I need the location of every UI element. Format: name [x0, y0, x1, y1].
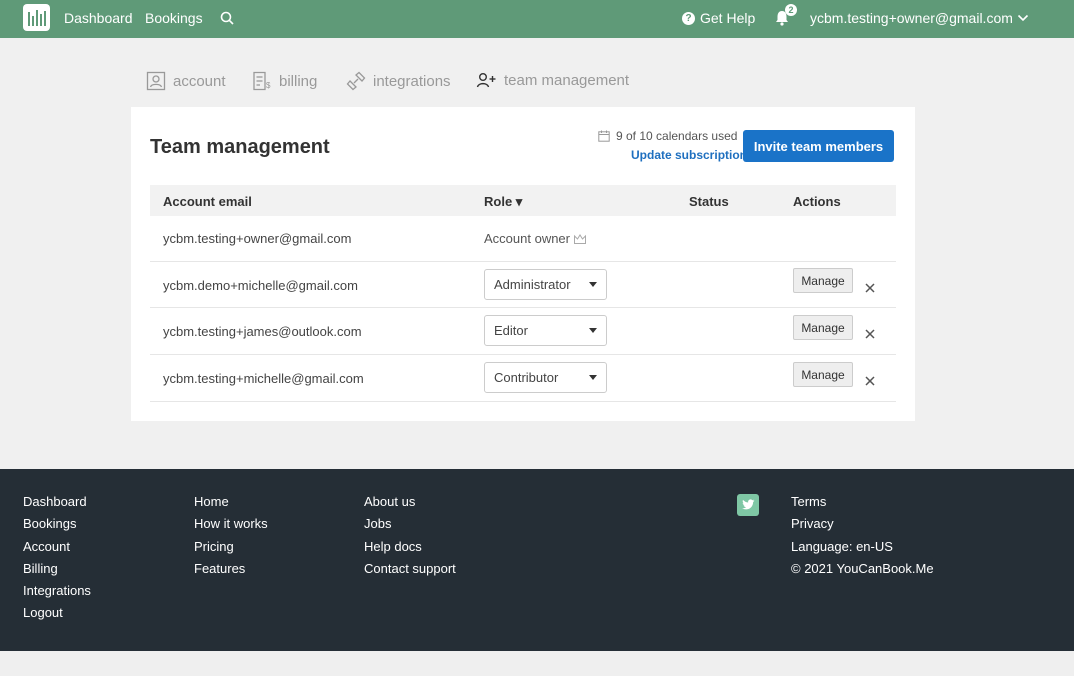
- table-row: ycbm.testing+owner@gmail.com Account own…: [150, 216, 896, 262]
- table-header: Account email Role ▾ Status Actions: [150, 185, 896, 216]
- footer-link[interactable]: How it works: [194, 517, 268, 539]
- billing-icon: $: [253, 71, 271, 91]
- get-help-link[interactable]: ? Get Help: [682, 10, 755, 26]
- table-row: ycbm.testing+james@outlook.com Editor Ma…: [150, 308, 896, 355]
- role-select[interactable]: Editor: [484, 315, 607, 346]
- get-help-label: Get Help: [700, 10, 756, 26]
- footer-link[interactable]: Home: [194, 495, 268, 517]
- close-icon[interactable]: [865, 283, 875, 293]
- role-select-value: Editor: [494, 323, 528, 338]
- tab-account[interactable]: account: [146, 71, 226, 91]
- user-email: ycbm.testing+owner@gmail.com: [810, 10, 1013, 26]
- role-select-value: Contributor: [494, 370, 559, 385]
- bottom-strip: [0, 651, 1074, 676]
- manage-button[interactable]: Manage: [793, 362, 853, 387]
- add-user-icon: [476, 73, 496, 88]
- tab-account-label: account: [173, 72, 226, 90]
- footer-link[interactable]: Pricing: [194, 540, 268, 562]
- update-subscription-link[interactable]: Update subscription: [631, 148, 747, 162]
- notification-badge: 2: [785, 4, 797, 16]
- team-management-card: Team management 9 of 10 calendars used U…: [131, 107, 915, 421]
- table-row: ycbm.testing+michelle@gmail.com Contribu…: [150, 355, 896, 402]
- footer-language[interactable]: Language: en-US: [791, 540, 934, 562]
- header-actions: Actions: [793, 194, 841, 209]
- calendar-usage: 9 of 10 calendars used: [598, 129, 737, 143]
- integrations-icon: [346, 71, 366, 91]
- logo-icon[interactable]: [23, 4, 50, 31]
- top-nav: Dashboard Bookings ? Get Help 2 ycbm.tes…: [0, 0, 1074, 38]
- tab-billing-label: billing: [279, 72, 318, 90]
- nav-dashboard-link[interactable]: Dashboard: [64, 10, 133, 26]
- page-title: Team management: [150, 136, 330, 158]
- twitter-bird-icon: [742, 499, 755, 510]
- manage-button[interactable]: Manage: [793, 315, 853, 340]
- tab-team-management-label: team management: [504, 71, 630, 89]
- footer-company-links: About us Jobs Help docs Contact support: [364, 495, 456, 584]
- crown-icon: [574, 233, 586, 244]
- nav-bookings-link[interactable]: Bookings: [145, 10, 203, 26]
- caret-down-icon: [589, 282, 597, 287]
- footer-link[interactable]: About us: [364, 495, 456, 517]
- role-select[interactable]: Contributor: [484, 362, 607, 393]
- owner-role: Account owner: [484, 231, 587, 246]
- row-email: ycbm.testing+james@outlook.com: [163, 324, 362, 339]
- tab-billing[interactable]: $ billing: [252, 71, 317, 91]
- caret-down-icon: [589, 375, 597, 380]
- close-icon[interactable]: [865, 329, 875, 339]
- footer-link[interactable]: Dashboard: [23, 495, 91, 517]
- role-select-value: Administrator: [494, 277, 571, 292]
- chevron-down-icon: [1017, 14, 1028, 22]
- calendar-icon: [598, 130, 610, 142]
- tab-team-management[interactable]: team management: [476, 71, 629, 89]
- tab-integrations-label: integrations: [373, 72, 451, 90]
- footer-link[interactable]: Jobs: [364, 517, 456, 539]
- footer-link[interactable]: Terms: [791, 495, 934, 517]
- footer-legal-links: Terms Privacy Language: en-US © 2021 You…: [791, 495, 934, 584]
- role-select[interactable]: Administrator: [484, 269, 607, 300]
- row-email: ycbm.testing+owner@gmail.com: [163, 231, 352, 246]
- help-icon: ?: [682, 11, 695, 25]
- table-row: ycbm.demo+michelle@gmail.com Administrat…: [150, 262, 896, 308]
- footer-link[interactable]: Privacy: [791, 517, 934, 539]
- header-status: Status: [689, 194, 729, 209]
- tab-integrations[interactable]: integrations: [346, 71, 451, 91]
- footer-link[interactable]: Bookings: [23, 517, 91, 539]
- footer-link[interactable]: Contact support: [364, 562, 456, 584]
- account-icon: [146, 71, 166, 91]
- header-role[interactable]: Role ▾: [484, 194, 522, 210]
- row-email: ycbm.testing+michelle@gmail.com: [163, 371, 364, 386]
- footer-copyright: © 2021 YouCanBook.Me: [791, 560, 934, 576]
- owner-role-label: Account owner: [484, 231, 570, 246]
- footer: Dashboard Bookings Account Billing Integ…: [0, 469, 1074, 651]
- footer-link[interactable]: Logout: [23, 606, 91, 628]
- user-menu[interactable]: ycbm.testing+owner@gmail.com: [810, 10, 1029, 26]
- caret-down-icon: [589, 328, 597, 333]
- manage-button[interactable]: Manage: [793, 268, 853, 293]
- svg-text:$: $: [266, 81, 271, 90]
- twitter-icon[interactable]: [737, 494, 759, 516]
- footer-link[interactable]: Account: [23, 540, 91, 562]
- footer-link[interactable]: Help docs: [364, 540, 456, 562]
- footer-link[interactable]: Features: [194, 562, 268, 584]
- footer-account-links: Dashboard Bookings Account Billing Integ…: [23, 495, 91, 629]
- footer-product-links: Home How it works Pricing Features: [194, 495, 268, 584]
- footer-link[interactable]: Integrations: [23, 584, 91, 606]
- close-icon[interactable]: [865, 376, 875, 386]
- calendar-usage-text: 9 of 10 calendars used: [616, 129, 738, 143]
- footer-link[interactable]: Billing: [23, 562, 91, 584]
- header-account-email: Account email: [163, 194, 252, 209]
- search-icon[interactable]: [220, 11, 234, 25]
- invite-team-members-button[interactable]: Invite team members: [743, 130, 894, 162]
- row-email: ycbm.demo+michelle@gmail.com: [163, 278, 358, 293]
